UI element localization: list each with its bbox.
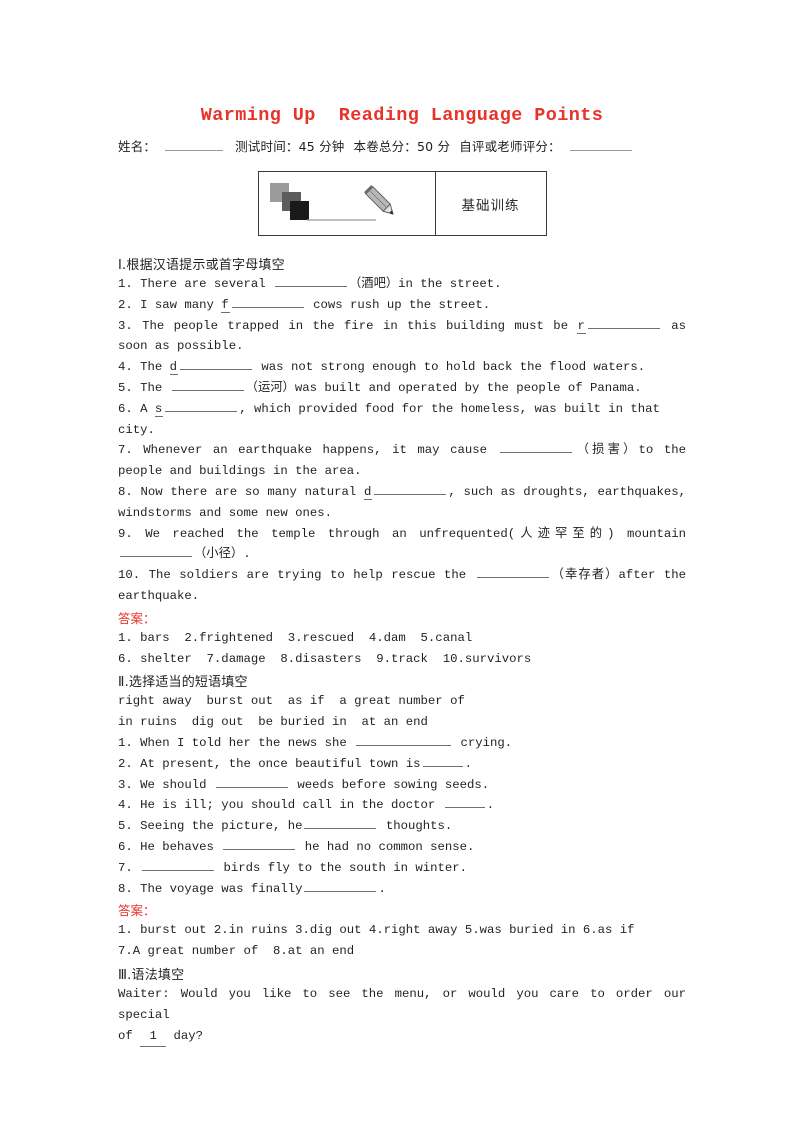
- evaluation-blank[interactable]: [569, 138, 632, 152]
- question-item: 8. Now there are so many natural d, such…: [118, 483, 694, 520]
- question-item: 7. Whenever an earthquake happens, it ma…: [118, 441, 694, 479]
- answer-blank[interactable]: [422, 755, 463, 767]
- question-item: 2. At present, the once beautiful town i…: [118, 755, 472, 771]
- question-item: 5. Seeing the picture, he thoughts.: [118, 817, 453, 834]
- answer-blank[interactable]: [304, 880, 377, 892]
- question-item: 7. birds fly to the south in winter.: [118, 859, 468, 875]
- question-item: 4. The d was not strong enough to hold b…: [118, 358, 646, 376]
- answer-blank[interactable]: [499, 441, 572, 454]
- question-item: 4. He is ill; you should call in the doc…: [118, 796, 495, 813]
- section-1-heading: Ⅰ.根据汉语提示或首字母填空: [118, 258, 285, 274]
- answer-blank[interactable]: [171, 379, 244, 392]
- dialogue-suffix: day?: [166, 1028, 204, 1043]
- answer-blank[interactable]: [304, 817, 377, 830]
- answer-blank[interactable]: [476, 566, 549, 579]
- dialogue-prefix: of: [118, 1028, 141, 1043]
- seed-letter: f: [221, 297, 230, 313]
- section-2-heading: Ⅱ.选择适当的短语填空: [118, 675, 248, 691]
- banner-label: 基础训练: [461, 197, 520, 214]
- question-item: 8. The voyage was finally.: [118, 880, 386, 896]
- answer-blank[interactable]: [444, 796, 485, 809]
- section-2-answer-label: 答案：: [118, 903, 156, 919]
- word-bank-line-2: in ruins dig out be buried in at an end: [118, 715, 428, 730]
- section-1-answers-line-2: 6. shelter 7.damage 8.disasters 9.track …: [118, 651, 532, 666]
- name-label: 姓名：: [118, 139, 157, 155]
- banner-wrapper: 基础训练: [118, 171, 686, 237]
- question-item: 2. I saw many f cows rush up the street.: [118, 296, 491, 313]
- gap-number-1[interactable]: 1: [140, 1026, 167, 1048]
- question-item: 5. The （运河）was built and operated by the…: [118, 379, 642, 396]
- answer-blank[interactable]: [142, 859, 215, 871]
- total-score-label: 本卷总分：50 分: [353, 139, 451, 155]
- section-1-answers-line-1: 1. bars 2.frightened 3.rescued 4.dam 5.c…: [118, 630, 473, 645]
- seed-letter: d: [169, 360, 179, 376]
- test-time-label: 测试时间：45 分钟: [235, 139, 345, 155]
- seed-letter: s: [154, 401, 164, 417]
- answer-blank[interactable]: [120, 545, 192, 558]
- section-3-heading: Ⅲ.语法填空: [118, 967, 185, 983]
- seed-letter: r: [577, 318, 586, 334]
- question-item: 3. The people trapped in the fire in thi…: [118, 317, 694, 354]
- answer-blank[interactable]: [215, 776, 288, 788]
- question-item: 6. He behaves he had no common sense.: [118, 838, 475, 854]
- training-banner: 基础训练: [257, 171, 547, 237]
- answer-blank[interactable]: [374, 483, 447, 496]
- answer-blank[interactable]: [587, 317, 660, 329]
- answer-blank[interactable]: [180, 358, 253, 371]
- dialogue-line-2: of 1 day?: [118, 1026, 686, 1048]
- dialogue-line-1: Waiter: Would you like to see the menu, …: [118, 986, 694, 1022]
- question-item: 1. When I told her the news she crying.: [118, 734, 513, 750]
- meta-line: 姓名： 测试时间：45 分钟 本卷总分：50 分 自评或老师评分：: [118, 136, 686, 155]
- banner-icon-cell: [259, 172, 436, 236]
- pencil-squares-icon: [269, 183, 394, 221]
- section-2-answers-line-2: 7.A great number of 8.at an end: [118, 944, 355, 959]
- answer-blank[interactable]: [223, 838, 296, 850]
- answer-blank[interactable]: [165, 400, 238, 412]
- page-content: Warming Up Reading Language Points 姓名： 测…: [118, 104, 694, 1048]
- question-item: 3. We should weeds before sowing seeds.: [118, 776, 490, 792]
- answer-blank[interactable]: [231, 296, 304, 308]
- section-2-answers-line-1: 1. burst out 2.in ruins 3.dig out 4.righ…: [118, 923, 635, 938]
- question-item: 9. We reached the temple through an unfr…: [118, 526, 694, 562]
- evaluation-label: 自评或老师评分：: [459, 139, 561, 155]
- question-item: 1. There are several （酒吧）in the street.: [118, 275, 502, 292]
- page-title: Warming Up Reading Language Points: [200, 105, 604, 126]
- question-item: 10. The soldiers are trying to help resc…: [118, 566, 694, 603]
- seed-letter: d: [364, 485, 373, 501]
- section-1-answer-label: 答案：: [118, 610, 156, 626]
- name-blank[interactable]: [165, 138, 224, 152]
- question-item: 6. A s, which provided food for the home…: [118, 400, 668, 437]
- answer-blank[interactable]: [356, 734, 452, 746]
- answer-blank[interactable]: [274, 275, 347, 288]
- worksheet-page: Warming Up Reading Language Points 姓名： 测…: [0, 0, 800, 1132]
- word-bank-line-1: right away burst out as if a great numbe…: [118, 694, 465, 709]
